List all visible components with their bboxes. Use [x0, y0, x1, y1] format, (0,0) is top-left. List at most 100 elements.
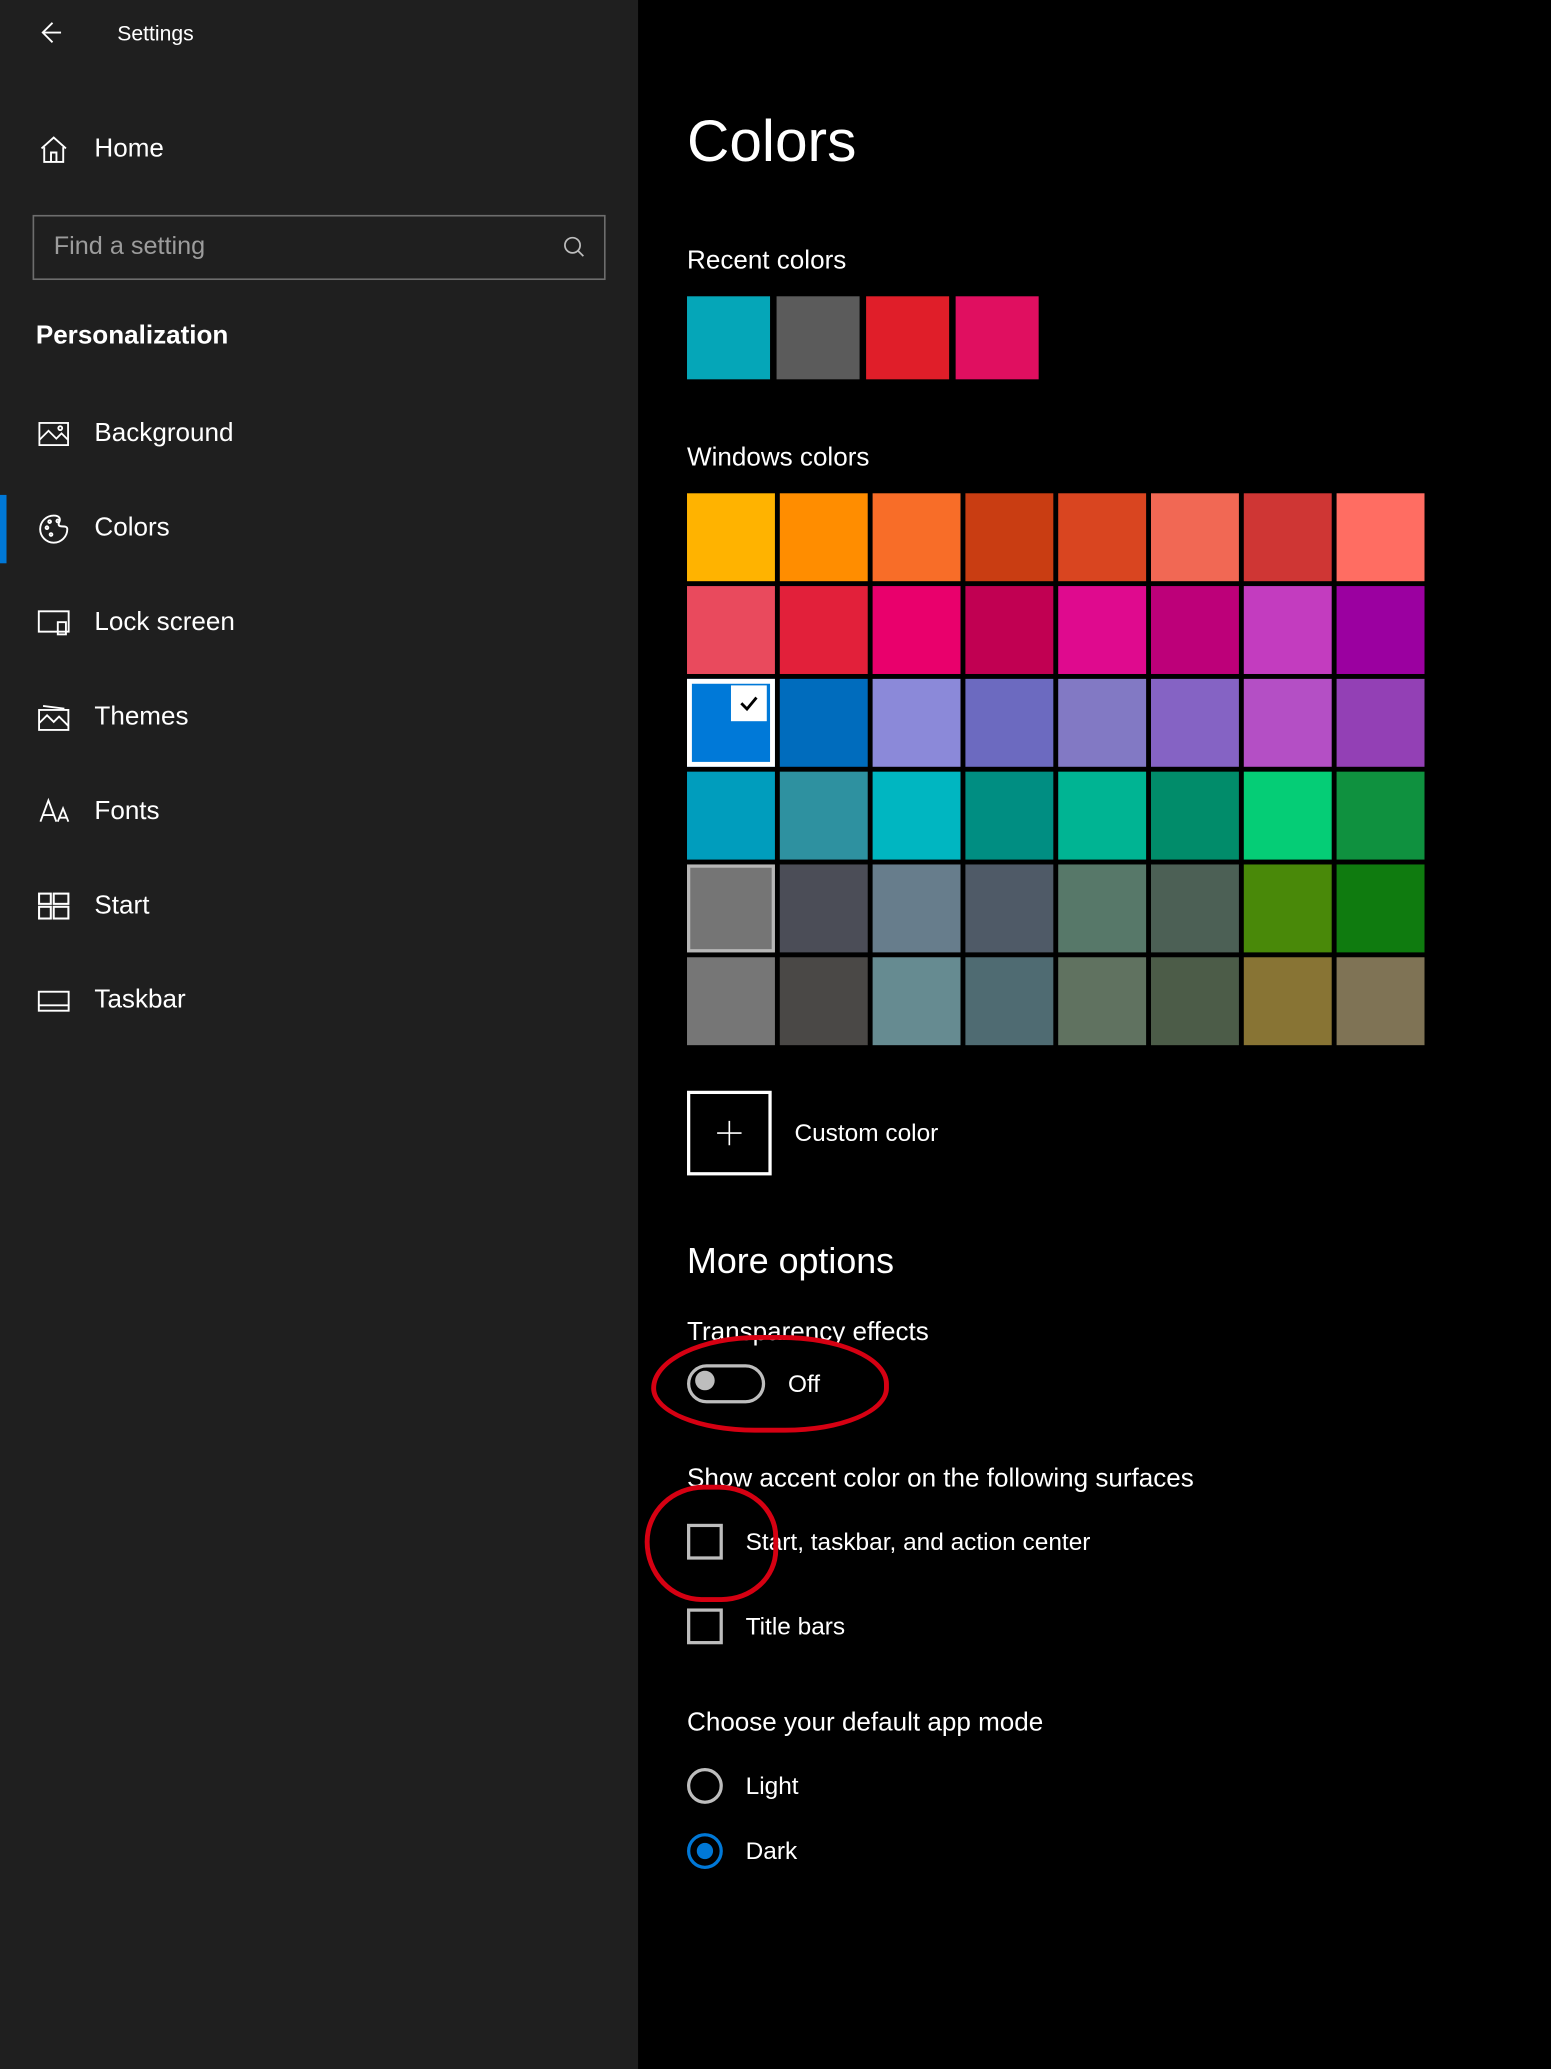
windows-color-swatch[interactable]	[780, 772, 868, 860]
windows-color-swatch[interactable]	[1244, 957, 1332, 1045]
windows-color-swatch[interactable]	[687, 586, 775, 674]
windows-color-swatch[interactable]	[965, 493, 1053, 581]
custom-color-label: Custom color	[794, 1119, 938, 1147]
windows-color-swatch[interactable]	[1244, 493, 1332, 581]
windows-color-swatch[interactable]	[687, 957, 775, 1045]
windows-color-swatch[interactable]	[780, 864, 868, 952]
page-title: Colors	[687, 107, 1503, 175]
themes-icon	[36, 703, 72, 732]
accent-surfaces-label: Show accent color on the following surfa…	[687, 1465, 1503, 1494]
windows-color-swatch[interactable]	[1058, 864, 1146, 952]
radio-light[interactable]	[687, 1768, 723, 1804]
search-box[interactable]	[33, 215, 606, 280]
windows-color-swatch[interactable]	[780, 957, 868, 1045]
windows-color-swatch[interactable]	[1058, 586, 1146, 674]
windows-color-swatch[interactable]	[965, 772, 1053, 860]
nav-item-start[interactable]: Start	[0, 860, 638, 954]
windows-color-swatch[interactable]	[873, 772, 961, 860]
taskbar-icon	[36, 990, 72, 1013]
recent-color-swatch[interactable]	[866, 296, 949, 379]
recent-color-swatch[interactable]	[956, 296, 1039, 379]
windows-color-swatch[interactable]	[965, 586, 1053, 674]
windows-color-swatch[interactable]	[780, 586, 868, 674]
lockscreen-icon	[36, 609, 72, 638]
windows-color-swatch[interactable]	[873, 957, 961, 1045]
back-button[interactable]	[29, 13, 68, 52]
transparency-toggle[interactable]	[687, 1364, 765, 1403]
nav-item-background[interactable]: Background	[0, 387, 638, 481]
radio-label: Light	[746, 1772, 799, 1800]
nav-label: Lock screen	[94, 609, 234, 638]
windows-color-swatch[interactable]	[1244, 679, 1332, 767]
windows-color-swatch[interactable]	[873, 586, 961, 674]
fonts-icon	[36, 798, 72, 827]
app-title: Settings	[117, 20, 193, 44]
sidebar: Settings Home Personalization	[0, 0, 638, 2069]
section-title: Personalization	[0, 280, 638, 361]
nav-item-themes[interactable]: Themes	[0, 671, 638, 765]
windows-color-swatch[interactable]	[1151, 679, 1239, 767]
windows-color-swatch[interactable]	[1337, 772, 1425, 860]
nav-label: Colors	[94, 514, 169, 543]
windows-colors-grid	[687, 493, 1503, 1045]
nav-list: Background Colors Lock screen	[0, 387, 638, 1048]
start-icon	[36, 892, 72, 921]
recent-color-swatch[interactable]	[777, 296, 860, 379]
windows-color-swatch[interactable]	[1151, 864, 1239, 952]
windows-color-swatch[interactable]	[873, 493, 961, 581]
windows-color-swatch[interactable]	[1058, 772, 1146, 860]
checkmark-icon	[731, 685, 767, 721]
palette-icon	[36, 513, 72, 546]
more-options-heading: More options	[687, 1241, 1503, 1283]
windows-color-swatch[interactable]	[687, 679, 775, 767]
windows-color-swatch[interactable]	[873, 679, 961, 767]
home-label: Home	[94, 135, 163, 164]
search-input[interactable]	[50, 231, 561, 264]
windows-color-swatch[interactable]	[1151, 957, 1239, 1045]
windows-color-swatch[interactable]	[1244, 864, 1332, 952]
nav-item-taskbar[interactable]: Taskbar	[0, 954, 638, 1048]
recent-colors-row	[687, 296, 1503, 379]
nav-item-lockscreen[interactable]: Lock screen	[0, 576, 638, 670]
windows-color-swatch[interactable]	[687, 772, 775, 860]
nav-item-fonts[interactable]: Fonts	[0, 765, 638, 859]
windows-color-swatch[interactable]	[1151, 586, 1239, 674]
windows-color-swatch[interactable]	[780, 679, 868, 767]
windows-color-swatch[interactable]	[1151, 772, 1239, 860]
checkbox-titlebars[interactable]	[687, 1608, 723, 1644]
checkbox-start-taskbar-action[interactable]	[687, 1524, 723, 1560]
windows-color-swatch[interactable]	[1337, 493, 1425, 581]
windows-color-swatch[interactable]	[1058, 679, 1146, 767]
windows-color-swatch[interactable]	[1337, 864, 1425, 952]
windows-color-swatch[interactable]	[873, 864, 961, 952]
windows-color-swatch[interactable]	[687, 864, 775, 952]
windows-color-swatch[interactable]	[1337, 679, 1425, 767]
radio-dark[interactable]	[687, 1833, 723, 1869]
windows-color-swatch[interactable]	[965, 864, 1053, 952]
windows-color-swatch[interactable]	[687, 493, 775, 581]
recent-color-swatch[interactable]	[687, 296, 770, 379]
windows-color-swatch[interactable]	[1337, 586, 1425, 674]
home-icon	[36, 133, 72, 166]
image-icon	[36, 422, 72, 448]
windows-color-swatch[interactable]	[965, 679, 1053, 767]
nav-label: Start	[94, 892, 149, 921]
windows-color-swatch[interactable]	[965, 957, 1053, 1045]
nav-label: Taskbar	[94, 987, 185, 1016]
windows-color-swatch[interactable]	[1058, 493, 1146, 581]
windows-color-swatch[interactable]	[1058, 957, 1146, 1045]
home-nav-item[interactable]: Home	[0, 111, 638, 189]
windows-color-swatch[interactable]	[1151, 493, 1239, 581]
windows-color-swatch[interactable]	[1337, 957, 1425, 1045]
custom-color-button[interactable]	[687, 1091, 772, 1176]
nav-item-colors[interactable]: Colors	[0, 482, 638, 576]
plus-icon	[713, 1117, 746, 1150]
checkbox-label: Title bars	[746, 1613, 846, 1641]
transparency-state: Off	[788, 1370, 820, 1398]
windows-colors-heading: Windows colors	[687, 444, 1503, 473]
windows-color-swatch[interactable]	[1244, 586, 1332, 674]
search-icon	[562, 234, 588, 260]
windows-color-swatch[interactable]	[1244, 772, 1332, 860]
windows-color-swatch[interactable]	[780, 493, 868, 581]
recent-colors-heading: Recent colors	[687, 247, 1503, 276]
